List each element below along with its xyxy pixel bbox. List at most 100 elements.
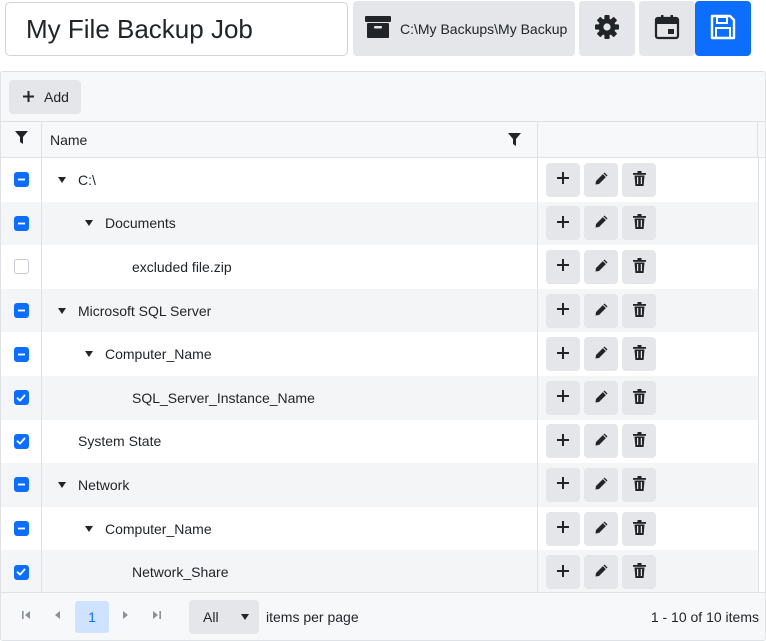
edit-button[interactable] — [584, 467, 618, 502]
row-checkbox[interactable] — [13, 433, 29, 449]
pencil-icon — [594, 214, 609, 232]
row-checkbox-cell — [1, 463, 42, 507]
last-page-button[interactable] — [146, 605, 168, 627]
edit-button[interactable] — [584, 162, 618, 197]
previous-page-icon — [53, 607, 63, 625]
row-checkbox-cell — [1, 245, 42, 289]
first-page-button[interactable] — [15, 605, 37, 627]
table-row[interactable]: Network — [1, 463, 758, 507]
table-row[interactable]: Documents — [1, 201, 758, 246]
table-row[interactable]: Computer_Name — [1, 506, 758, 551]
row-actions-cell — [538, 507, 758, 551]
grid-toolbar: Add — [1, 72, 765, 122]
previous-page-button[interactable] — [47, 605, 69, 627]
table-row[interactable]: Computer_Name — [1, 332, 758, 376]
delete-button[interactable] — [622, 293, 656, 328]
add-child-button[interactable] — [546, 249, 580, 284]
add-child-button[interactable] — [546, 424, 580, 459]
expand-toggle[interactable] — [56, 307, 68, 314]
job-name-input[interactable] — [5, 2, 348, 56]
expand-toggle[interactable] — [56, 176, 68, 183]
table-row[interactable]: excluded file.zip — [1, 245, 758, 289]
delete-button[interactable] — [622, 337, 656, 372]
table-row[interactable]: Network_Share — [1, 550, 758, 594]
row-name-cell: Computer_Name — [42, 332, 538, 376]
row-checkbox[interactable] — [13, 259, 29, 275]
delete-button[interactable] — [622, 467, 656, 502]
table-row[interactable]: C:\ — [1, 158, 758, 202]
row-checkbox[interactable] — [13, 303, 29, 319]
add-child-button[interactable] — [546, 555, 580, 590]
add-child-button[interactable] — [546, 467, 580, 502]
table-row[interactable]: Microsoft SQL Server — [1, 288, 758, 333]
row-label: System State — [78, 433, 162, 450]
add-child-button[interactable] — [546, 162, 580, 197]
destination-button[interactable]: C:\My Backups\My Backup — [353, 1, 575, 56]
delete-button[interactable] — [622, 162, 656, 197]
delete-button[interactable] — [622, 555, 656, 590]
row-label: Microsoft SQL Server — [78, 302, 212, 319]
edit-button[interactable] — [584, 380, 618, 415]
row-name-cell: Microsoft SQL Server — [42, 288, 538, 333]
pencil-icon — [594, 171, 609, 189]
table-row[interactable]: System State — [1, 419, 758, 464]
last-page-icon — [152, 607, 162, 625]
add-child-button[interactable] — [546, 293, 580, 328]
row-checkbox[interactable] — [13, 172, 29, 188]
plus-icon — [557, 172, 569, 187]
delete-button[interactable] — [622, 380, 656, 415]
row-checkbox[interactable] — [13, 521, 29, 537]
row-label: excluded file.zip — [132, 258, 232, 275]
add-child-button[interactable] — [546, 511, 580, 546]
trash-icon — [632, 388, 646, 407]
pencil-icon — [594, 389, 609, 407]
current-page-button[interactable]: 1 — [75, 601, 109, 633]
edit-button[interactable] — [584, 293, 618, 328]
delete-button[interactable] — [622, 511, 656, 546]
edit-button[interactable] — [584, 206, 618, 241]
row-checkbox[interactable] — [13, 564, 29, 580]
next-page-icon — [120, 607, 130, 625]
edit-button[interactable] — [584, 249, 618, 284]
add-child-button[interactable] — [546, 337, 580, 372]
settings-button[interactable] — [579, 1, 635, 56]
edit-button[interactable] — [584, 555, 618, 590]
name-column-header[interactable]: Name — [42, 122, 538, 158]
edit-button[interactable] — [584, 337, 618, 372]
save-button[interactable] — [695, 1, 751, 56]
delete-button[interactable] — [622, 424, 656, 459]
next-page-button[interactable] — [114, 605, 136, 627]
filter-icon[interactable] — [14, 131, 28, 149]
expand-toggle[interactable] — [83, 525, 95, 532]
row-checkbox[interactable] — [13, 477, 29, 493]
pencil-icon — [594, 520, 609, 538]
check-column-header — [1, 122, 42, 158]
row-checkbox-cell — [1, 201, 42, 246]
add-child-button[interactable] — [546, 206, 580, 241]
scrollbar-track[interactable] — [758, 158, 765, 594]
row-checkbox-cell — [1, 288, 42, 333]
edit-button[interactable] — [584, 511, 618, 546]
expand-toggle[interactable] — [83, 351, 95, 358]
schedule-button[interactable] — [639, 1, 695, 56]
expand-toggle[interactable] — [56, 481, 68, 488]
pencil-icon — [594, 258, 609, 276]
edit-button[interactable] — [584, 424, 618, 459]
pencil-icon — [594, 432, 609, 450]
expand-toggle[interactable] — [83, 220, 95, 227]
delete-button[interactable] — [622, 206, 656, 241]
row-checkbox[interactable] — [13, 346, 29, 362]
grid-header: Name — [1, 122, 765, 158]
row-actions-cell — [538, 289, 758, 333]
row-checkbox[interactable] — [13, 390, 29, 406]
delete-button[interactable] — [622, 249, 656, 284]
add-button[interactable]: Add — [9, 80, 81, 114]
table-row[interactable]: SQL_Server_Instance_Name — [1, 376, 758, 420]
page-size-select[interactable]: All — [189, 600, 259, 634]
row-name-cell: SQL_Server_Instance_Name — [42, 376, 538, 420]
row-checkbox-cell — [1, 550, 42, 594]
add-child-button[interactable] — [546, 380, 580, 415]
trash-icon — [632, 563, 646, 581]
row-checkbox[interactable] — [13, 215, 29, 231]
filter-icon[interactable] — [508, 133, 521, 149]
